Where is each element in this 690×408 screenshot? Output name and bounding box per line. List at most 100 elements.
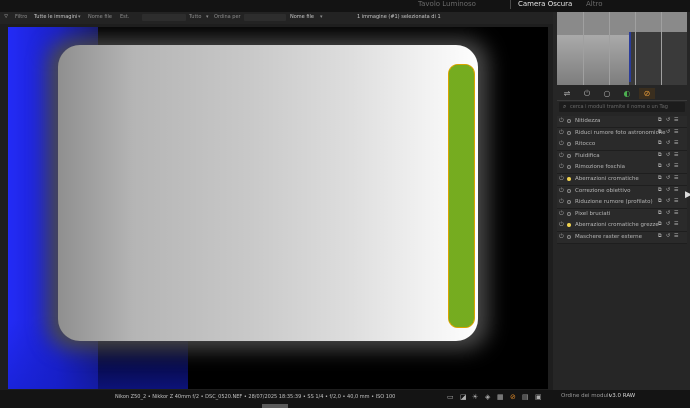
multi-instance-icon[interactable]: ⧉ (658, 187, 663, 193)
presets-menu-icon[interactable]: ☰ (674, 152, 679, 158)
extension-filter-field[interactable]: Est. (120, 14, 129, 21)
selection-status: 1 immagine (#1) selezionata di 1 (357, 14, 441, 20)
reset-icon[interactable]: ↺ (666, 222, 671, 227)
module-power-icon[interactable]: ⏻ (559, 187, 565, 194)
module-status-icon (567, 223, 571, 228)
view-tab-darkroom[interactable]: Camera Oscura (518, 0, 572, 8)
presets-menu-icon[interactable]: ☰ (674, 118, 679, 123)
collapse-panel-arrow[interactable]: ▶ (685, 190, 690, 200)
sort-label: Ordina per (214, 14, 241, 20)
view-tab-other[interactable]: Altro (586, 0, 603, 8)
sort-field-box[interactable] (244, 14, 286, 21)
multi-instance-icon[interactable]: ⧉ (658, 199, 663, 204)
module-power-icon[interactable]: ⏻ (559, 141, 565, 147)
module-power-icon[interactable]: ⏻ (559, 129, 565, 136)
presets-menu-icon[interactable]: ☰ (674, 129, 679, 135)
reset-icon[interactable]: ↺ (666, 176, 671, 181)
multi-instance-icon[interactable]: ⧉ (658, 176, 663, 181)
histogram-fill (557, 35, 629, 85)
filter-dropdown[interactable]: Tutte le immagini (34, 14, 77, 21)
reset-icon[interactable]: ↺ (666, 187, 671, 193)
reset-icon[interactable]: ↺ (666, 141, 671, 146)
module-row[interactable]: ⏻ Fluidifica ⧉ ↺ ☰ (557, 150, 687, 163)
presets-menu-icon[interactable]: ☰ (674, 187, 679, 193)
reset-icon[interactable]: ↺ (666, 234, 671, 239)
module-row[interactable]: ⏻ Nitidezza ⧉ ↺ ☰ (557, 116, 687, 128)
filmstrip-handle[interactable] (262, 404, 288, 408)
module-status-icon (567, 119, 571, 123)
filter-text-input[interactable] (142, 14, 186, 21)
module-row[interactable]: ⏻ Rimozione foschia ⧉ ↺ ☰ (557, 162, 687, 175)
module-power-icon[interactable]: ⏻ (559, 222, 565, 228)
module-row[interactable]: ⏻ Correzione obiettivo ⧉ ↺ ☰ (557, 185, 687, 198)
multi-instance-icon[interactable]: ⧉ (658, 118, 663, 123)
module-row[interactable]: ⏻ Ritocco ⧉ ↺ ☰ (557, 139, 687, 152)
module-status-icon (567, 188, 571, 193)
reset-icon[interactable]: ↺ (666, 164, 671, 169)
exif-info: Nikon Z50_2 • Nikkor Z 40mm f/2 • DSC_05… (115, 394, 396, 400)
presets-menu-icon[interactable]: ☰ (674, 176, 679, 181)
multi-instance-icon[interactable]: ⧉ (658, 152, 663, 158)
image-subject (58, 45, 478, 341)
raw-overexposed-icon[interactable]: ◈ (485, 393, 490, 401)
softproof-icon[interactable]: ◪ (460, 393, 467, 401)
multi-instance-icon[interactable]: ⧉ (658, 164, 663, 169)
focus-peaking-icon[interactable]: ⊘ (510, 393, 516, 401)
all-dropdown[interactable]: Tutto (189, 14, 201, 21)
module-row[interactable]: ⏻ Aberrazioni cromatiche grezze ⧉ ↺ ☰ (557, 220, 687, 233)
module-row[interactable]: ⏻ Riduzione rumore (profilato) ⧉ ↺ ☰ (557, 197, 687, 210)
presets-menu-icon[interactable]: ☰ (674, 210, 679, 216)
module-order-label: Ordine dei moduli (561, 393, 611, 399)
module-group-tabs: ⇌ ⏻ ○ ◐ ⊘ (557, 86, 687, 101)
filter-arrow-icon[interactable]: ▾ (78, 14, 81, 21)
multi-instance-icon[interactable]: ⧉ (658, 141, 663, 146)
name-filter-field[interactable]: Nome file (88, 14, 112, 21)
reset-icon[interactable]: ↺ (666, 152, 671, 158)
presets-menu-icon[interactable]: ☰ (674, 222, 679, 227)
reset-icon[interactable]: ↺ (666, 118, 671, 123)
module-power-icon[interactable]: ⏻ (559, 234, 565, 240)
sort-arrow-icon[interactable]: ▾ (320, 14, 323, 21)
guides-icon[interactable]: ▤ (522, 393, 529, 401)
color-assessment-icon[interactable]: ▣ (535, 393, 542, 401)
sort-dropdown[interactable]: Nome file (290, 14, 314, 21)
filter-funnel-icon[interactable]: ⛛ (4, 14, 8, 21)
multi-instance-icon[interactable]: ⧉ (658, 210, 663, 216)
clipping-icon[interactable]: ▦ (497, 393, 504, 401)
module-power-icon[interactable]: ⏻ (559, 176, 565, 182)
display-profile-icon[interactable]: ▭ (447, 393, 454, 401)
module-row[interactable]: ⏻ Pixel bruciati ⧉ ↺ ☰ (557, 208, 687, 221)
image-canvas[interactable] (8, 27, 548, 389)
histogram-grid-line (583, 12, 584, 85)
histogram[interactable] (557, 12, 687, 85)
reset-icon[interactable]: ↺ (666, 210, 671, 216)
search-placeholder: cerca i moduli tramite il nome o un Tag (570, 104, 668, 110)
module-power-icon[interactable]: ⏻ (559, 164, 565, 170)
correct-icon[interactable]: ⊘ (639, 88, 655, 99)
view-tab-lighttable[interactable]: Tavolo Luminoso (418, 0, 476, 8)
module-power-icon[interactable]: ⏻ (559, 152, 565, 159)
histogram-grid-line (635, 12, 636, 85)
multi-instance-icon[interactable]: ⧉ (658, 222, 663, 227)
presets-menu-icon[interactable]: ☰ (674, 164, 679, 169)
presets-menu-icon[interactable]: ☰ (674, 141, 679, 146)
power-icon[interactable]: ⏻ (579, 88, 595, 99)
all-arrow-icon[interactable]: ▾ (206, 14, 209, 21)
bulb-icon[interactable]: ☀ (472, 393, 478, 401)
module-power-icon[interactable]: ⏻ (559, 199, 565, 205)
module-row[interactable]: ⏻ Riduci rumore foto astronomiche ⧉ ↺ ☰ (557, 127, 687, 140)
module-label: Aberrazioni cromatiche grezze (575, 222, 659, 229)
module-power-icon[interactable]: ⏻ (559, 210, 565, 217)
module-row[interactable]: ⏻ Aberrazioni cromatiche ⧉ ↺ ☰ (557, 174, 687, 186)
multi-instance-icon[interactable]: ⧉ (658, 234, 663, 239)
circle-icon[interactable]: ○ (599, 88, 615, 99)
module-power-icon[interactable]: ⏻ (559, 118, 565, 124)
presets-icon[interactable]: ⇌ (559, 88, 575, 99)
multi-instance-icon[interactable]: ⧉ (658, 129, 663, 135)
reset-icon[interactable]: ↺ (666, 199, 671, 204)
presets-menu-icon[interactable]: ☰ (674, 199, 679, 204)
color-icon[interactable]: ◐ (619, 88, 635, 99)
module-row[interactable]: ⏻ Maschere raster esterne ⧉ ↺ ☰ (557, 232, 687, 244)
presets-menu-icon[interactable]: ☰ (674, 234, 679, 239)
reset-icon[interactable]: ↺ (666, 129, 671, 135)
